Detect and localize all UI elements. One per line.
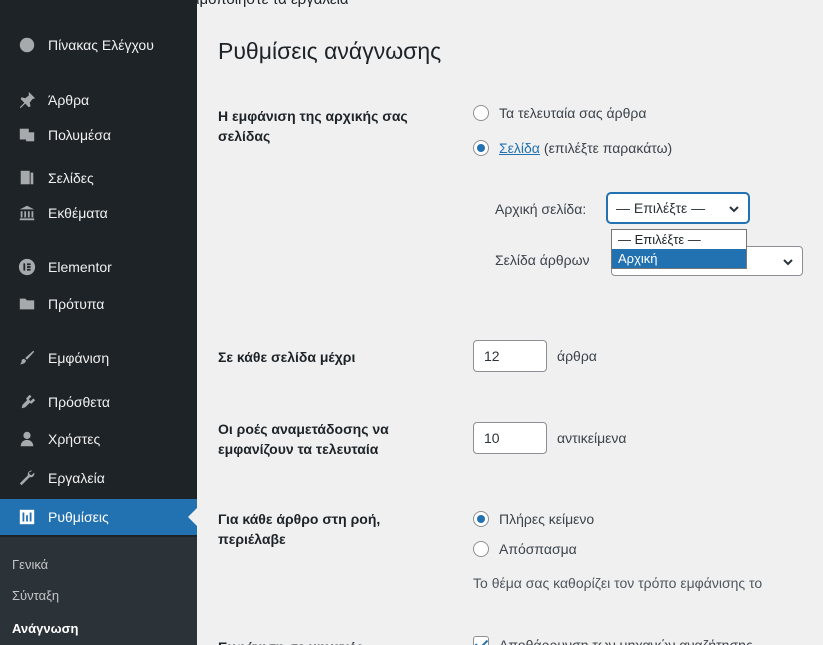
menu-users[interactable]: Χρήστες — [0, 421, 197, 457]
front-page-select[interactable]: — Επιλέξτε — — [607, 193, 749, 223]
feed-items-label: Οι ροές αναμετάδοσης να εμφανίζουν τα τε… — [218, 421, 389, 457]
menu-settings[interactable]: Ρυθμίσεις — [0, 499, 197, 535]
pages-link[interactable]: Σελίδα — [499, 140, 540, 156]
discourage-search-checkbox[interactable] — [473, 636, 489, 645]
homepage-label: Η εμφάνιση της αρχικής σας σελίδας — [218, 108, 408, 144]
pin-icon — [18, 91, 36, 109]
radio-static-page[interactable]: Σελίδα (επιλέξτε παρακάτω) — [473, 140, 672, 156]
chevron-down-icon — [782, 255, 794, 267]
bank-icon — [18, 204, 36, 222]
dropdown-option[interactable]: — Επιλέξτε — — [612, 230, 746, 249]
menu-posts[interactable]: Άρθρα — [0, 82, 197, 118]
menu-dashboard[interactable]: Πίνακας Ελέγχου — [0, 27, 197, 63]
plugin-icon — [18, 393, 36, 411]
posts-per-page-input[interactable]: 12 — [473, 340, 547, 372]
menu-templates[interactable]: Πρότυπα — [0, 286, 197, 322]
dashboard-icon — [18, 36, 36, 54]
feed-items-suffix: αντικείμενα — [557, 430, 627, 446]
radio-full-text-control[interactable] — [473, 511, 489, 527]
media-icon — [18, 126, 36, 144]
discourage-search-text: Αποθάρρυνση των μηχανών αναζήτησης — [499, 637, 753, 645]
users-icon — [18, 430, 36, 448]
brush-icon — [18, 349, 36, 367]
radio-excerpt-control[interactable] — [473, 541, 489, 557]
chevron-down-icon — [728, 202, 740, 214]
feed-description: Το θέμα σας καθορίζει τον τρόπο εμφάνιση… — [473, 575, 763, 591]
front-page-dropdown: — Επιλέξτε — Αρχική — [611, 229, 747, 269]
dropdown-option[interactable]: Αρχική — [612, 249, 746, 268]
elementor-icon — [18, 258, 36, 276]
menu-exhibits[interactable]: Εκθέματα — [0, 195, 197, 231]
radio-static-page-control[interactable] — [473, 140, 489, 156]
submenu-general[interactable]: Γενικά — [12, 557, 48, 572]
posts-page-label: Σελίδα άρθρων — [495, 252, 590, 268]
page-title: Ρυθμίσεις ανάγνωσης — [218, 38, 442, 64]
menu-elementor[interactable]: Elementor — [0, 249, 197, 285]
main-content: Ρυθμίσεις ανάγνωσης Η εμφάνιση της αρχικ… — [197, 0, 823, 645]
submenu-reading[interactable]: Ανάγνωση — [12, 621, 78, 636]
posts-per-page-suffix: άρθρα — [557, 348, 597, 364]
menu-appearance[interactable]: Εμφάνιση — [0, 340, 197, 376]
feed-content-label: Για κάθε άρθρο στη ροή, περιέλαβε — [218, 511, 381, 547]
posts-per-page-label: Σε κάθε σελίδα μέχρι — [218, 349, 356, 365]
feed-items-input[interactable]: 10 — [473, 422, 547, 454]
settings-submenu: Γενικά Σύνταξη Ανάγνωση — [0, 537, 197, 645]
submenu-writing[interactable]: Σύνταξη — [12, 588, 59, 603]
radio-excerpt[interactable]: Απόσπασμα — [473, 541, 577, 557]
active-indicator — [188, 508, 197, 526]
admin-sidebar: Πίνακας Ελέγχου Άρθρα Πολυμέσα Σελίδες Ε… — [0, 0, 197, 645]
menu-media[interactable]: Πολυμέσα — [0, 117, 197, 153]
menu-pages[interactable]: Σελίδες — [0, 160, 197, 196]
folder-icon — [18, 295, 36, 313]
menu-plugins[interactable]: Πρόσθετα — [0, 384, 197, 420]
search-visibility-label: Εμφάνιση σε μηχανές — [218, 637, 448, 645]
wrench-icon — [18, 469, 36, 487]
radio-latest-posts[interactable]: Τα τελευταία σας άρθρα — [473, 105, 646, 121]
settings-icon — [18, 508, 36, 526]
front-page-label: Αρχική σελίδα: — [495, 201, 587, 217]
radio-full-text[interactable]: Πλήρες κείμενο — [473, 511, 594, 527]
menu-tools[interactable]: Εργαλεία — [0, 460, 197, 496]
page-icon — [18, 169, 36, 187]
radio-latest-posts-control[interactable] — [473, 105, 489, 121]
